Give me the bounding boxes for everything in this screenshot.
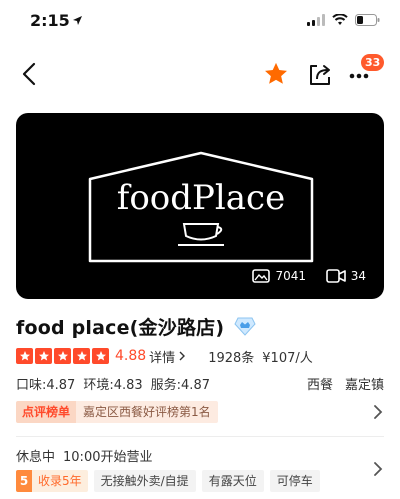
star-rating (16, 348, 109, 364)
feature-tag-parking: 可停车 (269, 470, 320, 492)
subscore-row: 口味:4.87 环境:4.83 服务:4.87 西餐 嘉定镇 (16, 374, 384, 394)
shop-name: food place(金沙路店) (16, 316, 225, 339)
star-filled-icon (265, 62, 287, 84)
listed-years-text: 收录5年 (32, 470, 88, 492)
star-icon (16, 348, 33, 364)
chevron-right-icon (374, 405, 383, 419)
foodplace-logo: foodPlace (88, 151, 314, 263)
rating-score: 4.88 (115, 348, 147, 364)
star-icon (35, 348, 52, 364)
image-icon (252, 269, 271, 283)
chevron-left-icon (22, 62, 36, 86)
photo-count[interactable]: 7041 (252, 269, 306, 283)
video-count-value: 34 (350, 269, 366, 283)
ranking-row[interactable]: 点评榜单 嘉定区西餐好评榜第1名 (16, 401, 384, 423)
taste-score: 口味:4.87 (16, 378, 76, 393)
business-hours[interactable]: 休息中 10:00开始营业 (16, 446, 152, 466)
back-button[interactable] (14, 58, 44, 90)
listed-years-number: 5 (16, 470, 32, 492)
nav-bar (0, 50, 400, 98)
video-count[interactable]: 34 (325, 269, 366, 283)
ranking-text: 嘉定区西餐好评榜第1名 (76, 401, 218, 423)
crown-badge-icon[interactable] (234, 316, 256, 336)
chevron-right-icon (179, 351, 186, 360)
video-icon (325, 269, 346, 283)
environment-score: 环境:4.83 (83, 378, 143, 393)
open-status: 休息中 (16, 450, 56, 465)
review-count[interactable]: 1928条 (208, 347, 254, 366)
status-bar: 2:15 (0, 0, 400, 44)
share-icon (310, 65, 330, 85)
district[interactable]: 嘉定镇 (345, 374, 384, 393)
rating-row: 4.88 详情 1928条 ¥107/人 (16, 346, 313, 366)
status-time: 2:15 (30, 11, 70, 30)
favorite-button[interactable] (262, 60, 290, 88)
feature-tag-outdoor: 有露天位 (201, 470, 264, 492)
share-button[interactable] (306, 60, 334, 88)
divider (16, 436, 384, 437)
feature-tags: 5 收录5年 无接触外卖/自提 有露天位 可停车 (16, 470, 384, 492)
feature-tag-takeout: 无接触外卖/自提 (93, 470, 196, 492)
photo-count-value: 7041 (275, 269, 306, 283)
cellular-signal-icon (307, 14, 325, 26)
average-price: ¥107/人 (262, 350, 313, 366)
battery-icon (355, 14, 380, 26)
listed-years-tag: 5 收录5年 (16, 470, 88, 492)
svg-text:foodPlace: foodPlace (117, 178, 285, 218)
star-icon (73, 348, 90, 364)
ranking-label: 点评榜单 (16, 401, 77, 423)
status-indicators (307, 14, 380, 26)
open-time: 10:00开始营业 (63, 450, 153, 465)
rating-detail-link[interactable]: 详情 (149, 347, 186, 366)
cuisine-type[interactable]: 西餐 (307, 374, 333, 393)
wifi-icon (332, 14, 348, 25)
notification-badge: 33 (361, 54, 385, 71)
star-icon (54, 348, 71, 364)
ranking-tag: 点评榜单 嘉定区西餐好评榜第1名 (16, 401, 218, 423)
rating-detail-label: 详情 (149, 350, 176, 366)
star-icon (92, 348, 109, 364)
service-score: 服务:4.87 (150, 378, 210, 393)
location-arrow-icon (73, 16, 82, 25)
cover-image[interactable]: foodPlace 7041 34 (16, 113, 384, 299)
shop-title-row: food place(金沙路店) (16, 311, 256, 341)
